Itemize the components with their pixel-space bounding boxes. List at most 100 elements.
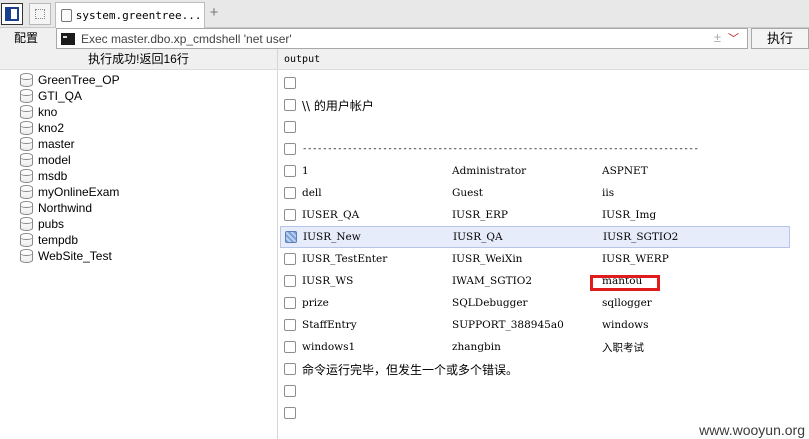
database-item[interactable]: master xyxy=(0,136,277,152)
plus-minus-icon[interactable]: ± xyxy=(714,30,721,45)
database-icon xyxy=(20,233,33,247)
user-account-cell: prize xyxy=(302,297,329,309)
table-row[interactable]: prize SQLDebugger sqllogger xyxy=(280,292,790,314)
row-checkbox[interactable] xyxy=(284,407,296,419)
database-item[interactable]: WebSite_Test xyxy=(0,248,277,264)
table-row[interactable]: IUSR_TestEnter IUSR_WeiXin IUSR_WERP xyxy=(280,248,790,270)
user-account-cell: 入职考试 xyxy=(602,341,644,354)
database-item[interactable]: msdb xyxy=(0,168,277,184)
database-item[interactable]: pubs xyxy=(0,216,277,232)
database-label: master xyxy=(38,137,75,151)
output-row-empty[interactable] xyxy=(280,116,790,138)
output-column-header[interactable]: output xyxy=(277,49,809,70)
database-item[interactable]: GTI_QA xyxy=(0,88,277,104)
user-account-cell: IUSR_ERP xyxy=(452,209,508,221)
marquee-icon xyxy=(35,9,45,19)
database-label: GTI_QA xyxy=(38,89,83,103)
select-button[interactable] xyxy=(29,3,51,25)
command-input[interactable] xyxy=(81,29,701,48)
database-icon xyxy=(20,121,33,135)
table-row[interactable]: windows1 zhangbin 入职考试 xyxy=(280,336,790,358)
database-label: GreenTree_OP xyxy=(38,73,120,87)
toggle-panel-button[interactable] xyxy=(1,3,23,25)
row-checkbox[interactable] xyxy=(284,341,296,353)
user-account-cell: iis xyxy=(602,187,615,199)
separator-line: ----------------------------------------… xyxy=(302,144,699,154)
user-account-cell: IUSR_TestEnter xyxy=(302,253,388,265)
terminal-icon xyxy=(61,32,75,45)
user-account-cell: dell xyxy=(302,187,322,199)
row-checkbox[interactable] xyxy=(284,143,296,155)
row-checkbox[interactable] xyxy=(284,253,296,265)
database-label: kno xyxy=(38,105,58,119)
user-account-cell: windows1 xyxy=(302,341,356,353)
output-row-empty[interactable] xyxy=(280,72,790,94)
row-checkbox[interactable] xyxy=(284,319,296,331)
user-account-cell: IUSR_WS xyxy=(302,275,354,287)
user-account-cell: SQLDebugger xyxy=(452,297,528,309)
database-label: tempdb xyxy=(38,233,79,247)
row-checkbox[interactable] xyxy=(284,165,296,177)
add-tab-button[interactable]: + xyxy=(207,5,221,21)
database-item[interactable]: kno2 xyxy=(0,120,277,136)
output-row-header[interactable]: \\ 的用户帐户 xyxy=(280,94,790,116)
execute-button[interactable]: 执行 xyxy=(751,28,809,49)
database-icon xyxy=(20,217,33,231)
output-row-empty[interactable] xyxy=(280,402,790,424)
row-checkbox[interactable] xyxy=(285,231,297,243)
database-icon xyxy=(20,137,33,151)
database-list: GreenTree_OP GTI_QAkno kno2 master model msdb… xyxy=(0,70,277,264)
table-row[interactable]: StaffEntry SUPPORT_388945a0 windows xyxy=(280,314,790,336)
database-label: Northwind xyxy=(38,201,93,215)
database-icon xyxy=(20,249,33,263)
database-item[interactable]: Northwind xyxy=(0,200,277,216)
user-account-cell: zhangbin xyxy=(452,341,501,353)
table-row[interactable]: IUSR_WS IWAM_SGTIO2 mantou xyxy=(280,270,790,292)
tab-strip: system.greentree.... + xyxy=(0,0,809,28)
user-account-cell: IUSR_New xyxy=(303,231,361,243)
user-account-cell: IUSR_SGTIO2 xyxy=(603,231,679,243)
row-checkbox[interactable] xyxy=(284,187,296,199)
database-icon xyxy=(20,201,33,215)
user-account-cell: windows xyxy=(602,319,649,331)
row-checkbox[interactable] xyxy=(284,385,296,397)
highlight-annotation-box xyxy=(590,275,660,291)
command-box: ± ﹀ xyxy=(56,28,748,49)
row-checkbox[interactable] xyxy=(284,209,296,221)
row-checkbox[interactable] xyxy=(284,121,296,133)
row-checkbox[interactable] xyxy=(284,363,296,375)
document-icon xyxy=(61,9,72,22)
database-icon xyxy=(20,89,33,103)
output-row-separator[interactable]: ----------------------------------------… xyxy=(280,138,790,160)
database-item[interactable]: kno xyxy=(0,104,277,120)
database-label: model xyxy=(38,153,71,167)
user-accounts-heading: \\ 的用户帐户 xyxy=(302,98,374,113)
row-checkbox[interactable] xyxy=(284,297,296,309)
config-button[interactable]: 配置 xyxy=(0,28,52,49)
row-checkbox[interactable] xyxy=(284,275,296,287)
output-row-empty[interactable] xyxy=(280,380,790,402)
table-row[interactable]: IUSR_New IUSR_QA IUSR_SGTIO2 xyxy=(280,226,790,248)
database-label: msdb xyxy=(38,169,68,183)
command-bar: 配置 ± ﹀ 执行 xyxy=(0,28,809,49)
user-account-cell: StaffEntry xyxy=(302,319,357,331)
database-icon xyxy=(20,153,33,167)
row-checkbox[interactable] xyxy=(284,77,296,89)
user-account-cell: IUSR_WeiXin xyxy=(452,253,523,265)
table-row[interactable]: IUSER_QA IUSR_ERP IUSR_Img xyxy=(280,204,790,226)
panel-icon xyxy=(5,7,19,21)
database-label: kno2 xyxy=(38,121,65,135)
table-row[interactable]: dell Guest iis xyxy=(280,182,790,204)
database-label: pubs xyxy=(38,217,65,231)
tab-label: system.greentree.... xyxy=(75,9,204,22)
database-icon xyxy=(20,185,33,199)
table-row[interactable]: 1 Administrator ASPNET xyxy=(280,160,790,182)
row-checkbox[interactable] xyxy=(284,99,296,111)
tab-system-greentree[interactable]: system.greentree.... xyxy=(55,2,205,28)
database-item[interactable]: GreenTree_OP xyxy=(0,72,277,88)
output-row-footer[interactable]: 命令运行完毕，但发生一个或多个错误。 xyxy=(280,358,790,380)
database-item[interactable]: tempdb xyxy=(0,232,277,248)
chevron-down-icon[interactable]: ﹀ xyxy=(728,30,739,46)
database-item[interactable]: model xyxy=(0,152,277,168)
database-item[interactable]: myOnlineExam xyxy=(0,184,277,200)
